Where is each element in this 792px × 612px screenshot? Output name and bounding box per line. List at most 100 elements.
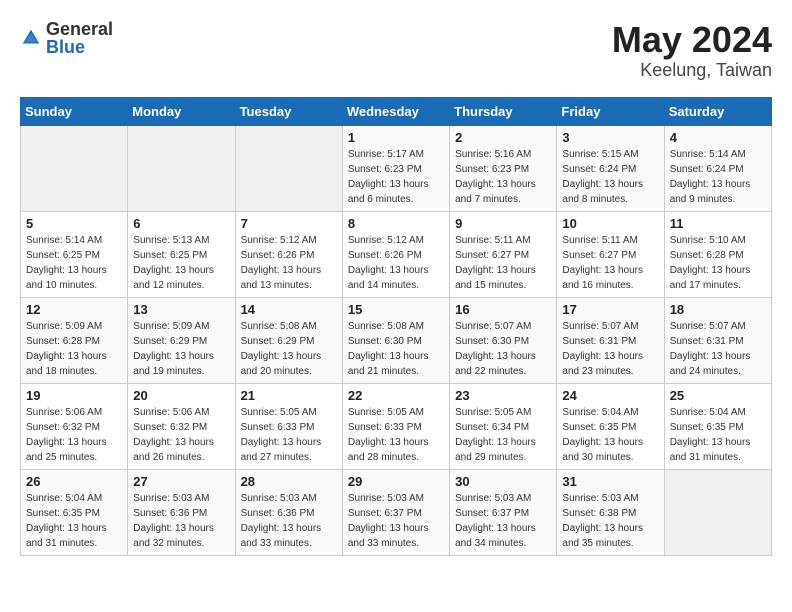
day-number: 26: [26, 474, 122, 489]
day-info: Sunrise: 5:05 AM Sunset: 6:33 PM Dayligh…: [348, 405, 444, 465]
weekday-header-monday: Monday: [128, 97, 235, 125]
calendar-cell: 25 Sunrise: 5:04 AM Sunset: 6:35 PM Dayli…: [664, 383, 771, 469]
calendar-week-1: 1Sunrise: 5:17 AM Sunset: 6:23 PM Daylig…: [21, 125, 772, 211]
day-number: 21: [241, 388, 337, 403]
day-number: 22: [348, 388, 444, 403]
calendar-location: Keelung, Taiwan: [612, 60, 772, 81]
weekday-header-wednesday: Wednesday: [342, 97, 449, 125]
day-info: Sunrise: 5:15 AM Sunset: 6:24 PM Dayligh…: [562, 147, 658, 207]
calendar-cell: 15 Sunrise: 5:08 AM Sunset: 6:30 PM Dayli…: [342, 297, 449, 383]
day-info: Sunrise: 5:07 AM Sunset: 6:31 PM Dayligh…: [670, 319, 766, 379]
day-number: 4: [670, 130, 766, 145]
weekday-header-sunday: Sunday: [21, 97, 128, 125]
day-info: Sunrise: 5:11 AM Sunset: 6:27 PM Dayligh…: [455, 233, 551, 293]
day-info: Sunrise: 5:03 AM Sunset: 6:36 PM Dayligh…: [241, 491, 337, 551]
day-number: 20: [133, 388, 229, 403]
day-info: Sunrise: 5:10 AM Sunset: 6:28 PM Dayligh…: [670, 233, 766, 293]
calendar-cell: 29 Sunrise: 5:03 AM Sunset: 6:37 PM Dayli…: [342, 469, 449, 555]
logo: General Blue: [20, 20, 113, 56]
day-info: Sunrise: 5:03 AM Sunset: 6:36 PM Dayligh…: [133, 491, 229, 551]
day-info: Sunrise: 5:08 AM Sunset: 6:30 PM Dayligh…: [348, 319, 444, 379]
day-info: Sunrise: 5:07 AM Sunset: 6:31 PM Dayligh…: [562, 319, 658, 379]
day-info: Sunrise: 5:05 AM Sunset: 6:33 PM Dayligh…: [241, 405, 337, 465]
title-block: May 2024 Keelung, Taiwan: [612, 20, 772, 81]
day-info: Sunrise: 5:13 AM Sunset: 6:25 PM Dayligh…: [133, 233, 229, 293]
calendar-cell: 10Sunrise: 5:11 AM Sunset: 6:27 PM Dayli…: [557, 211, 664, 297]
day-number: 28: [241, 474, 337, 489]
day-number: 17: [562, 302, 658, 317]
day-info: Sunrise: 5:17 AM Sunset: 6:23 PM Dayligh…: [348, 147, 444, 207]
calendar-week-5: 26Sunrise: 5:04 AM Sunset: 6:35 PM Dayli…: [21, 469, 772, 555]
day-info: Sunrise: 5:09 AM Sunset: 6:29 PM Dayligh…: [133, 319, 229, 379]
day-info: Sunrise: 5:06 AM Sunset: 6:32 PM Dayligh…: [133, 405, 229, 465]
calendar-week-2: 5 Sunrise: 5:14 AM Sunset: 6:25 PM Daylig…: [21, 211, 772, 297]
day-number: 13: [133, 302, 229, 317]
day-info: Sunrise: 5:03 AM Sunset: 6:37 PM Dayligh…: [348, 491, 444, 551]
day-number: 29: [348, 474, 444, 489]
calendar-cell: 16 Sunrise: 5:07 AM Sunset: 6:30 PM Dayli…: [450, 297, 557, 383]
day-number: 5: [26, 216, 122, 231]
logo-text-general: General: [46, 20, 113, 38]
day-info: Sunrise: 5:04 AM Sunset: 6:35 PM Dayligh…: [670, 405, 766, 465]
day-info: Sunrise: 5:07 AM Sunset: 6:30 PM Dayligh…: [455, 319, 551, 379]
calendar-cell: 31 Sunrise: 5:03 AM Sunset: 6:38 PM Dayli…: [557, 469, 664, 555]
day-number: 6: [133, 216, 229, 231]
day-number: 15: [348, 302, 444, 317]
calendar-cell: 13 Sunrise: 5:09 AM Sunset: 6:29 PM Dayli…: [128, 297, 235, 383]
day-number: 25: [670, 388, 766, 403]
weekday-header-thursday: Thursday: [450, 97, 557, 125]
calendar-cell: 5 Sunrise: 5:14 AM Sunset: 6:25 PM Daylig…: [21, 211, 128, 297]
weekday-header-tuesday: Tuesday: [235, 97, 342, 125]
day-number: 16: [455, 302, 551, 317]
calendar-cell: 18Sunrise: 5:07 AM Sunset: 6:31 PM Dayli…: [664, 297, 771, 383]
logo-text-blue: Blue: [46, 38, 113, 56]
day-number: 27: [133, 474, 229, 489]
day-number: 23: [455, 388, 551, 403]
calendar-cell: 21 Sunrise: 5:05 AM Sunset: 6:33 PM Dayli…: [235, 383, 342, 469]
calendar-title: May 2024: [612, 20, 772, 60]
day-number: 3: [562, 130, 658, 145]
day-info: Sunrise: 5:06 AM Sunset: 6:32 PM Dayligh…: [26, 405, 122, 465]
day-info: Sunrise: 5:05 AM Sunset: 6:34 PM Dayligh…: [455, 405, 551, 465]
day-number: 11: [670, 216, 766, 231]
calendar-cell: 3 Sunrise: 5:15 AM Sunset: 6:24 PM Daylig…: [557, 125, 664, 211]
calendar-week-4: 19Sunrise: 5:06 AM Sunset: 6:32 PM Dayli…: [21, 383, 772, 469]
calendar-cell: 2 Sunrise: 5:16 AM Sunset: 6:23 PM Daylig…: [450, 125, 557, 211]
calendar-cell: 17 Sunrise: 5:07 AM Sunset: 6:31 PM Dayli…: [557, 297, 664, 383]
day-info: Sunrise: 5:12 AM Sunset: 6:26 PM Dayligh…: [348, 233, 444, 293]
day-number: 12: [26, 302, 122, 317]
calendar-cell: 7Sunrise: 5:12 AM Sunset: 6:26 PM Daylig…: [235, 211, 342, 297]
day-number: 31: [562, 474, 658, 489]
calendar-cell: 22 Sunrise: 5:05 AM Sunset: 6:33 PM Dayli…: [342, 383, 449, 469]
day-info: Sunrise: 5:03 AM Sunset: 6:37 PM Dayligh…: [455, 491, 551, 551]
calendar-cell: [21, 125, 128, 211]
day-info: Sunrise: 5:03 AM Sunset: 6:38 PM Dayligh…: [562, 491, 658, 551]
calendar-cell: 28 Sunrise: 5:03 AM Sunset: 6:36 PM Dayli…: [235, 469, 342, 555]
calendar-cell: 24Sunrise: 5:04 AM Sunset: 6:35 PM Dayli…: [557, 383, 664, 469]
calendar-cell: 14Sunrise: 5:08 AM Sunset: 6:29 PM Dayli…: [235, 297, 342, 383]
calendar-cell: 1Sunrise: 5:17 AM Sunset: 6:23 PM Daylig…: [342, 125, 449, 211]
day-number: 14: [241, 302, 337, 317]
day-number: 2: [455, 130, 551, 145]
calendar-cell: 27 Sunrise: 5:03 AM Sunset: 6:36 PM Dayli…: [128, 469, 235, 555]
day-number: 10: [562, 216, 658, 231]
calendar-cell: [235, 125, 342, 211]
calendar-cell: 11 Sunrise: 5:10 AM Sunset: 6:28 PM Dayli…: [664, 211, 771, 297]
calendar-table: SundayMondayTuesdayWednesdayThursdayFrid…: [20, 97, 772, 556]
calendar-cell: 30Sunrise: 5:03 AM Sunset: 6:37 PM Dayli…: [450, 469, 557, 555]
day-info: Sunrise: 5:14 AM Sunset: 6:24 PM Dayligh…: [670, 147, 766, 207]
day-info: Sunrise: 5:14 AM Sunset: 6:25 PM Dayligh…: [26, 233, 122, 293]
calendar-cell: 12 Sunrise: 5:09 AM Sunset: 6:28 PM Dayli…: [21, 297, 128, 383]
calendar-cell: 8 Sunrise: 5:12 AM Sunset: 6:26 PM Daylig…: [342, 211, 449, 297]
day-info: Sunrise: 5:16 AM Sunset: 6:23 PM Dayligh…: [455, 147, 551, 207]
calendar-week-3: 12 Sunrise: 5:09 AM Sunset: 6:28 PM Dayli…: [21, 297, 772, 383]
calendar-cell: 6 Sunrise: 5:13 AM Sunset: 6:25 PM Daylig…: [128, 211, 235, 297]
day-info: Sunrise: 5:04 AM Sunset: 6:35 PM Dayligh…: [562, 405, 658, 465]
logo-icon: [20, 27, 42, 49]
day-number: 8: [348, 216, 444, 231]
calendar-cell: [128, 125, 235, 211]
day-info: Sunrise: 5:12 AM Sunset: 6:26 PM Dayligh…: [241, 233, 337, 293]
day-info: Sunrise: 5:09 AM Sunset: 6:28 PM Dayligh…: [26, 319, 122, 379]
page-header: General Blue May 2024 Keelung, Taiwan: [20, 20, 772, 81]
weekday-header-saturday: Saturday: [664, 97, 771, 125]
